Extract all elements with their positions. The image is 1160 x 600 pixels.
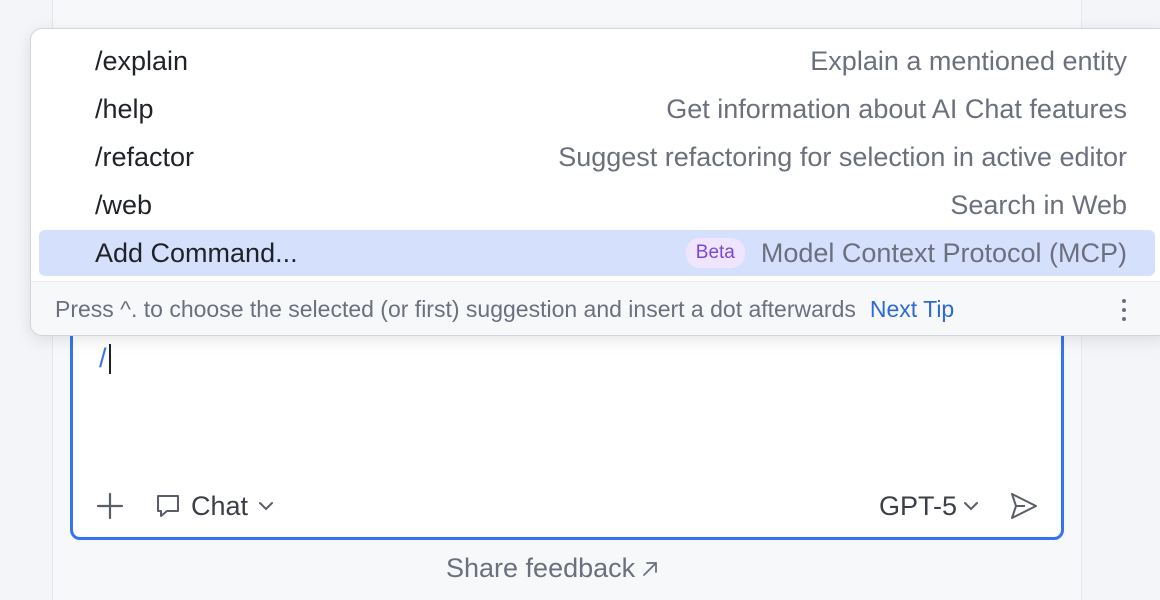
chevron-down-icon bbox=[964, 502, 978, 511]
chat-input-box[interactable]: / Chat GPT-5 bbox=[70, 300, 1064, 540]
command-name: /refactor bbox=[95, 141, 195, 172]
command-description: Model Context Protocol (MCP) bbox=[760, 237, 1127, 268]
tip-text: Press ^. to choose the selected (or firs… bbox=[55, 296, 856, 322]
command-description: Explain a mentioned entity bbox=[810, 45, 1127, 76]
chat-bubble-icon bbox=[157, 495, 179, 517]
more-vertical-icon[interactable] bbox=[1119, 294, 1129, 326]
mode-selector[interactable]: Chat bbox=[155, 488, 274, 524]
command-suggestions-popup: /explain Explain a mentioned entity /hel… bbox=[30, 28, 1160, 336]
command-description-group: Beta Model Context Protocol (MCP) bbox=[685, 237, 1127, 269]
beta-badge: Beta bbox=[685, 238, 745, 268]
command-name: /help bbox=[95, 93, 154, 124]
chat-input-toolbar: Chat GPT-5 bbox=[73, 488, 1061, 528]
chevron-down-icon bbox=[259, 502, 274, 511]
command-description: Suggest refactoring for selection in act… bbox=[558, 141, 1127, 172]
command-item-help[interactable]: /help Get information about AI Chat feat… bbox=[39, 86, 1155, 132]
model-selector[interactable]: GPT-5 bbox=[879, 488, 979, 524]
command-item-explain[interactable]: /explain Explain a mentioned entity bbox=[39, 38, 1155, 84]
popup-footer: Press ^. to choose the selected (or firs… bbox=[31, 281, 1160, 335]
command-description: Get information about AI Chat features bbox=[666, 93, 1127, 124]
command-item-add-command[interactable]: Add Command... Beta Model Context Protoc… bbox=[39, 230, 1155, 276]
mode-label: Chat bbox=[191, 490, 249, 521]
text-caret bbox=[109, 344, 111, 374]
command-name: /web bbox=[95, 189, 153, 220]
command-name: /explain bbox=[95, 45, 189, 76]
arrow-up-right-icon bbox=[643, 561, 658, 576]
next-tip-link[interactable]: Next Tip bbox=[870, 296, 954, 323]
share-feedback-link[interactable]: Share feedback bbox=[446, 553, 659, 584]
command-item-web[interactable]: /web Search in Web bbox=[39, 182, 1155, 228]
model-label: GPT-5 bbox=[878, 490, 957, 521]
plus-icon bbox=[96, 492, 124, 520]
share-feedback-label: Share feedback bbox=[446, 553, 636, 583]
command-description: Search in Web bbox=[950, 189, 1127, 220]
command-item-refactor[interactable]: /refactor Suggest refactoring for select… bbox=[39, 134, 1155, 180]
chat-input-value[interactable]: / bbox=[99, 343, 107, 374]
add-context-button[interactable] bbox=[95, 488, 125, 524]
command-name: Add Command... bbox=[95, 237, 298, 268]
send-icon bbox=[1011, 493, 1037, 519]
send-button[interactable] bbox=[1007, 488, 1041, 524]
